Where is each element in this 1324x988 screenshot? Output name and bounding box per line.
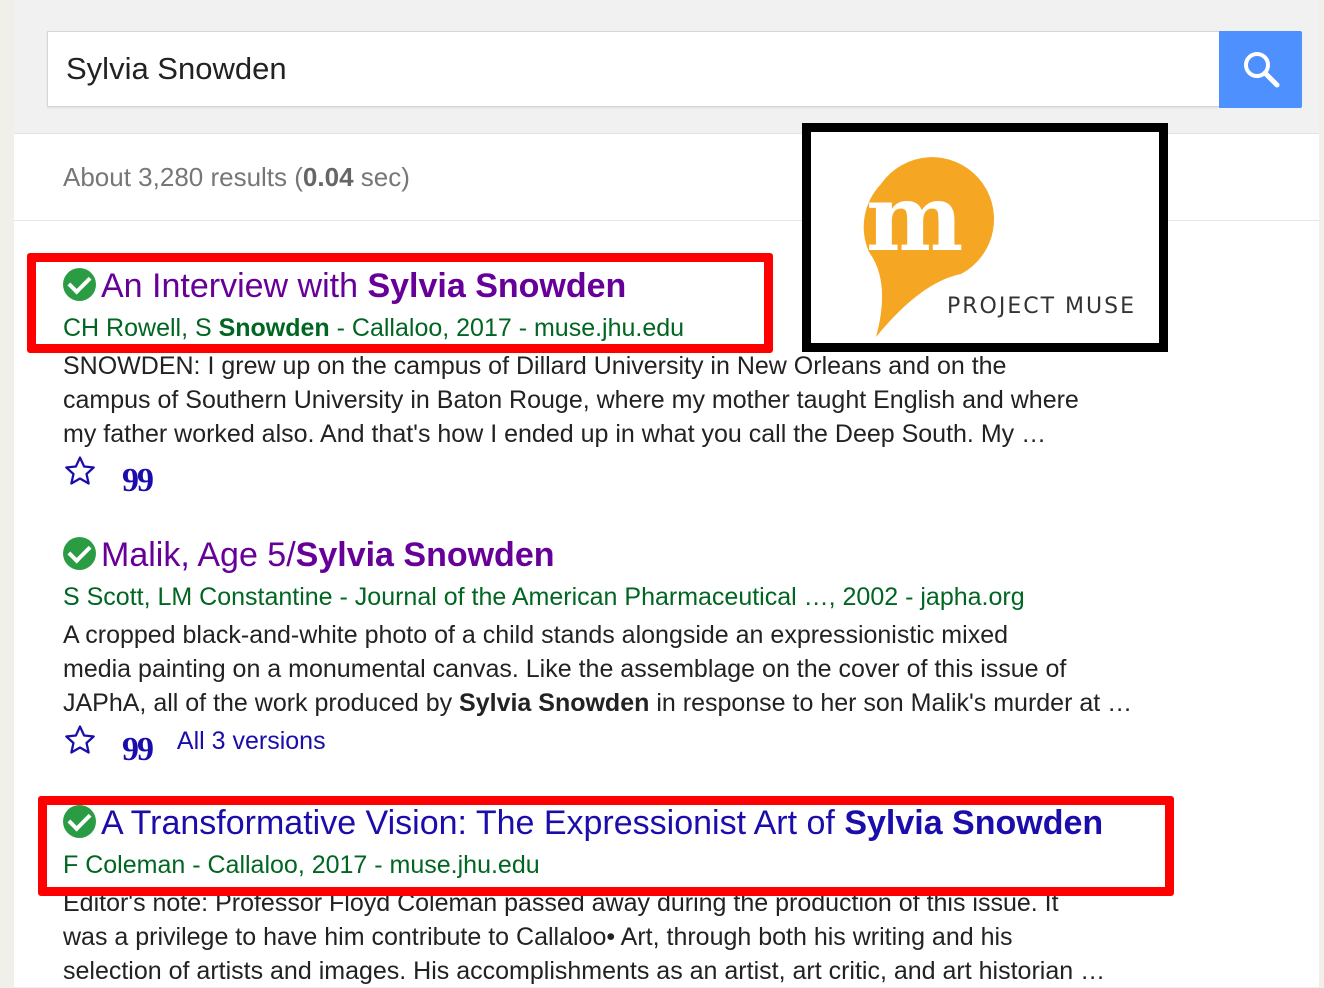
search-input[interactable] (48, 32, 1219, 106)
result-title-text: Malik, Age 5/ (101, 536, 296, 574)
check-icon (63, 536, 96, 570)
snippet-line: campus of Southern University in Baton R… (63, 386, 1079, 414)
snippet-line: A cropped black-and-white photo of a chi… (63, 621, 1008, 649)
snippet-text: JAPhA, all of the work produced by (63, 689, 460, 717)
result-title-link[interactable]: Malik, Age 5/Sylvia Snowden (63, 535, 555, 575)
result-snippet: A cropped black-and-white photo of a chi… (63, 618, 1253, 720)
snippet-line: my father worked also. And that's how I … (63, 420, 1047, 448)
snippet-line: JAPhA, all of the work produced by Sylvi… (63, 686, 1253, 720)
stats-prefix: About 3,280 results ( (63, 162, 303, 192)
save-star-icon[interactable] (63, 723, 97, 764)
search-box[interactable] (47, 31, 1219, 107)
snippet-line: selection of artists and images. His acc… (63, 957, 1106, 985)
result-snippet: SNOWDEN: I grew up on the campus of Dill… (63, 349, 1253, 451)
save-star-icon[interactable] (63, 454, 97, 495)
result-meta: S Scott, LM Constantine - Journal of the… (63, 583, 1025, 611)
snippet-highlight: Sylvia Snowden (459, 689, 650, 717)
project-muse-logo: m PROJECT MUSE (802, 123, 1168, 352)
snippet-line: was a privilege to have him contribute t… (63, 923, 1013, 951)
stats-suffix: sec) (353, 162, 410, 192)
snippet-line: media painting on a monumental canvas. L… (63, 655, 1067, 683)
search-icon (1244, 52, 1280, 88)
search-button[interactable] (1219, 31, 1302, 108)
cite-icon[interactable]: 99 (122, 463, 154, 498)
logo-text: PROJECT MUSE (947, 294, 1136, 319)
result-title-highlight: Sylvia Snowden (295, 536, 555, 574)
all-versions-link[interactable]: All 3 versions (177, 727, 326, 756)
result-actions: 99 All 3 versions (63, 723, 344, 767)
snippet-text: in response to her son Malik's murder at… (649, 689, 1133, 717)
highlight-box-result-1 (27, 253, 773, 353)
svg-text:m: m (866, 164, 963, 272)
result-actions: 99 (63, 454, 170, 498)
results-stats: About 3,280 results (0.04 sec) (63, 162, 410, 193)
snippet-line: SNOWDEN: I grew up on the campus of Dill… (63, 352, 1007, 380)
highlight-box-result-3 (38, 796, 1174, 896)
cite-icon[interactable]: 99 (122, 732, 154, 767)
stats-time: 0.04 (302, 162, 354, 192)
result-snippet: Editor's note: Professor Floyd Coleman p… (63, 886, 1253, 988)
